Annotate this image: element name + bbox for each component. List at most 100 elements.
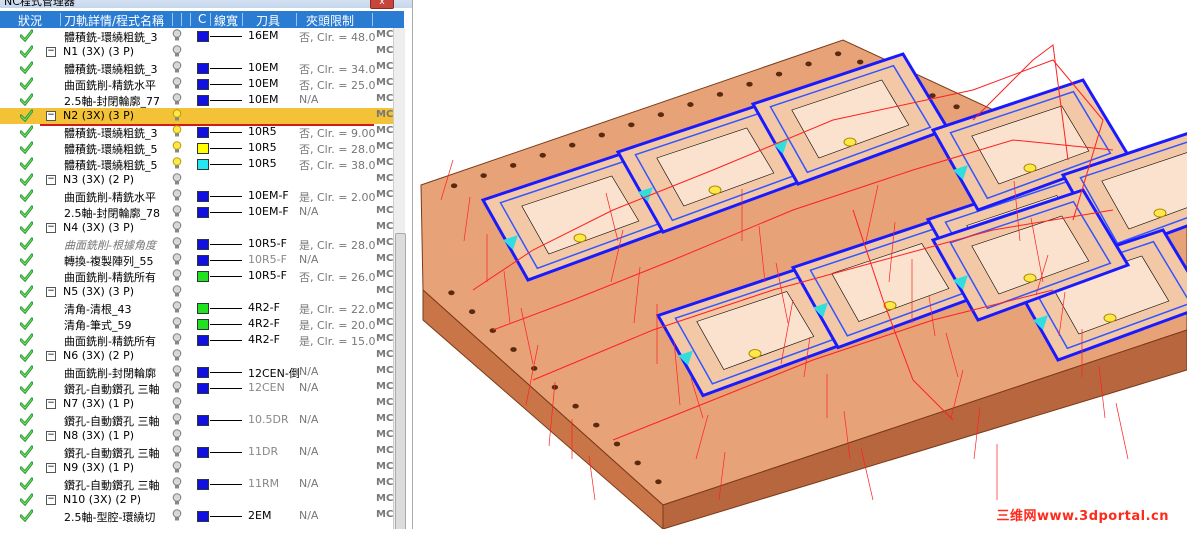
collapse-toggle-icon[interactable]: −: [46, 47, 56, 57]
program-row[interactable]: − N1 (3X) (3 P) MC: [0, 44, 404, 60]
visibility-bulb-icon[interactable]: [172, 157, 182, 170]
visibility-bulb-icon[interactable]: [172, 413, 182, 426]
operation-row[interactable]: 清角-清根_43 4R2-F 是, Clr. = 22.0 MC: [0, 300, 404, 316]
visibility-bulb-icon[interactable]: [172, 477, 182, 490]
close-button[interactable]: x: [370, 0, 394, 9]
program-row[interactable]: − N4 (3X) (3 P) MC: [0, 220, 404, 236]
visibility-bulb-icon[interactable]: [172, 61, 182, 74]
color-swatch[interactable]: [197, 367, 209, 378]
visibility-bulb-icon[interactable]: [172, 493, 182, 506]
visibility-bulb-icon[interactable]: [172, 77, 182, 90]
scrollbar-thumb[interactable]: [395, 233, 406, 529]
color-swatch[interactable]: [197, 415, 209, 426]
visibility-bulb-icon[interactable]: [172, 317, 182, 330]
operation-row[interactable]: 轉換-複製陣列_55 10R5-F N/A MC: [0, 252, 404, 268]
visibility-bulb-icon[interactable]: [172, 221, 182, 234]
collapse-toggle-icon[interactable]: −: [46, 175, 56, 185]
operation-row[interactable]: 曲面銑削-精銑水平 10EM 否, Clr. = 25.0 MC: [0, 76, 404, 92]
linewidth-sample[interactable]: [210, 324, 242, 325]
operation-row[interactable]: 鑽孔-自動鑽孔 三軸 10.5DR N/A MC: [0, 412, 404, 428]
color-swatch[interactable]: [197, 127, 209, 138]
visibility-bulb-icon[interactable]: [172, 109, 182, 122]
linewidth-sample[interactable]: [210, 484, 242, 485]
color-swatch[interactable]: [197, 335, 209, 346]
linewidth-sample[interactable]: [210, 132, 242, 133]
program-row[interactable]: − N5 (3X) (3 P) MC: [0, 284, 404, 300]
linewidth-sample[interactable]: [210, 516, 242, 517]
column-name[interactable]: 刀軌詳情/程式名稱: [64, 12, 164, 29]
visibility-bulb-icon[interactable]: [172, 445, 182, 458]
color-swatch[interactable]: [197, 31, 209, 42]
linewidth-sample[interactable]: [210, 148, 242, 149]
color-swatch[interactable]: [197, 479, 209, 490]
collapse-toggle-icon[interactable]: −: [46, 351, 56, 361]
column-linewidth[interactable]: 線寬: [214, 12, 238, 29]
visibility-bulb-icon[interactable]: [172, 141, 182, 154]
visibility-bulb-icon[interactable]: [172, 253, 182, 266]
collapse-toggle-icon[interactable]: −: [46, 431, 56, 441]
visibility-bulb-icon[interactable]: [172, 45, 182, 58]
visibility-bulb-icon[interactable]: [172, 429, 182, 442]
linewidth-sample[interactable]: [210, 260, 242, 261]
color-swatch[interactable]: [197, 447, 209, 458]
program-row[interactable]: − N7 (3X) (1 P) MC: [0, 396, 404, 412]
collapse-toggle-icon[interactable]: −: [46, 463, 56, 473]
program-row[interactable]: − N10 (3X) (2 P) MC: [0, 492, 404, 508]
visibility-bulb-icon[interactable]: [172, 381, 182, 394]
visibility-bulb-icon[interactable]: [172, 269, 182, 282]
program-row[interactable]: − N8 (3X) (1 P) MC: [0, 428, 404, 444]
linewidth-sample[interactable]: [210, 372, 242, 373]
operation-row[interactable]: 曲面銑削-封閉輪廓 12CEN-倒 N/A MC: [0, 364, 404, 380]
visibility-bulb-icon[interactable]: [172, 349, 182, 362]
collapse-toggle-icon[interactable]: −: [46, 287, 56, 297]
linewidth-sample[interactable]: [210, 308, 242, 309]
visibility-bulb-icon[interactable]: [172, 397, 182, 410]
linewidth-sample[interactable]: [210, 196, 242, 197]
operation-row[interactable]: 2.5軸-封閉輪廓_77 10EM N/A MC: [0, 92, 404, 108]
color-swatch[interactable]: [197, 207, 209, 218]
linewidth-sample[interactable]: [210, 388, 242, 389]
color-swatch[interactable]: [197, 303, 209, 314]
visibility-bulb-icon[interactable]: [172, 461, 182, 474]
operation-row[interactable]: 鑽孔-自動鑽孔 三軸 11DR N/A MC: [0, 444, 404, 460]
operation-row[interactable]: 體積銑-環繞粗銑_5 10R5 否, Clr. = 38.0 MC: [0, 156, 404, 172]
visibility-bulb-icon[interactable]: [172, 301, 182, 314]
linewidth-sample[interactable]: [210, 452, 242, 453]
linewidth-sample[interactable]: [210, 244, 242, 245]
vertical-scrollbar[interactable]: [393, 28, 406, 529]
color-swatch[interactable]: [197, 255, 209, 266]
color-swatch[interactable]: [197, 159, 209, 170]
operation-row[interactable]: 體積銑-環繞粗銑_3 10EM 否, Clr. = 34.0 MC: [0, 60, 404, 76]
collapse-toggle-icon[interactable]: −: [46, 111, 56, 121]
color-swatch[interactable]: [197, 63, 209, 74]
operation-row[interactable]: 曲面銑削-精銑所有 10R5-F 否, Clr. = 26.0 MC: [0, 268, 404, 284]
operation-row[interactable]: 曲面銑削-精銑所有 4R2-F 是, Clr. = 15.0 MC: [0, 332, 404, 348]
linewidth-sample[interactable]: [210, 100, 242, 101]
operation-row[interactable]: 體積銑-環繞粗銑_3 16EM 否, Clr. = 48.0 MC: [0, 28, 404, 44]
color-swatch[interactable]: [197, 143, 209, 154]
color-swatch[interactable]: [197, 383, 209, 394]
collapse-toggle-icon[interactable]: −: [46, 495, 56, 505]
3d-viewport[interactable]: 三维网www.3dportal.cn: [413, 0, 1187, 531]
column-tool[interactable]: 刀具: [256, 12, 280, 29]
visibility-bulb-icon[interactable]: [172, 173, 182, 186]
column-status[interactable]: 狀況: [18, 12, 42, 29]
operation-row[interactable]: 曲面銑削-根據角度 10R5-F 是, Clr. = 28.0 MC: [0, 236, 404, 252]
operation-row[interactable]: 體積銑-環繞粗銑_3 10R5 否, Clr. = 9.00 MC: [0, 124, 404, 140]
operation-row[interactable]: 鑽孔-自動鑽孔 三軸 12CEN N/A MC: [0, 380, 404, 396]
color-swatch[interactable]: [197, 319, 209, 330]
linewidth-sample[interactable]: [210, 68, 242, 69]
operation-row[interactable]: 2.5軸-封閉輪廓_78 10EM-F N/A MC: [0, 204, 404, 220]
linewidth-sample[interactable]: [210, 276, 242, 277]
visibility-bulb-icon[interactable]: [172, 125, 182, 138]
color-swatch[interactable]: [197, 95, 209, 106]
operation-row[interactable]: 2.5軸-型腔-環繞切 2EM N/A MC: [0, 508, 404, 524]
program-row[interactable]: − N9 (3X) (1 P) MC: [0, 460, 404, 476]
collapse-toggle-icon[interactable]: −: [46, 399, 56, 409]
color-swatch[interactable]: [197, 239, 209, 250]
collapse-toggle-icon[interactable]: −: [46, 223, 56, 233]
color-swatch[interactable]: [197, 271, 209, 282]
visibility-bulb-icon[interactable]: [172, 333, 182, 346]
color-swatch[interactable]: [197, 511, 209, 522]
column-clamp[interactable]: 夾頭限制: [306, 12, 354, 29]
